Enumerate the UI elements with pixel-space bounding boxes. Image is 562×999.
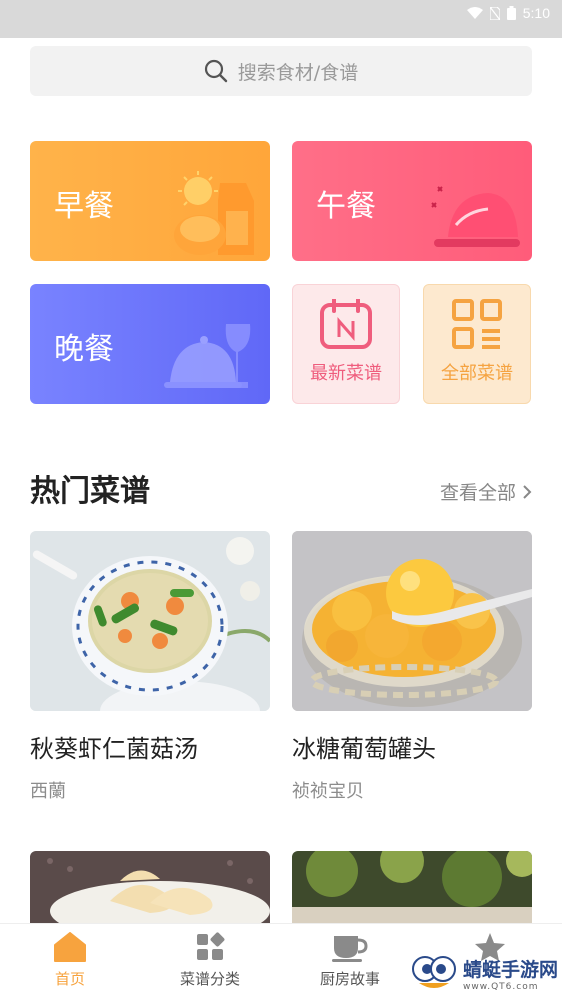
- recipe-image[interactable]: [30, 851, 270, 923]
- dinner-label: 晚餐: [54, 332, 114, 367]
- tab-categories-label: 菜谱分类: [179, 970, 240, 988]
- wifi-icon: [466, 7, 483, 19]
- dragonfly-logo-icon: [411, 956, 456, 988]
- battery-icon: [506, 6, 516, 20]
- newest-recipes-label: 最新菜谱: [310, 363, 382, 384]
- recipe-image[interactable]: [292, 851, 532, 923]
- lunch-illustration-icon: [431, 186, 520, 247]
- category-grid-icon: [197, 932, 225, 960]
- chevron-right-icon: [523, 484, 532, 499]
- watermark-subtext: www.QT6.com: [462, 981, 539, 992]
- breakfast-card[interactable]: 早餐: [30, 141, 270, 261]
- all-recipes-card[interactable]: 全部菜谱: [423, 284, 531, 404]
- dumpling-photo: [30, 851, 270, 923]
- lunch-card[interactable]: 午餐: [292, 141, 532, 261]
- see-all-label: 查看全部: [439, 482, 516, 504]
- breakfast-label: 早餐: [54, 189, 114, 224]
- newest-recipes-card[interactable]: 最新菜谱: [292, 284, 400, 404]
- tab-home[interactable]: 首页: [0, 932, 140, 989]
- tab-kitchen-stories-label: 厨房故事: [319, 970, 380, 988]
- recipe-image[interactable]: [30, 531, 270, 711]
- recipe-author: 西蘭: [30, 781, 66, 802]
- search-placeholder: 搜索食材/食谱: [237, 61, 359, 84]
- recipe-author: 祯祯宝贝: [292, 781, 364, 802]
- cup-icon: [332, 936, 368, 962]
- tab-kitchen-stories[interactable]: 厨房故事: [280, 932, 420, 989]
- soup-photo: [30, 531, 270, 711]
- recipe-image[interactable]: [292, 531, 532, 711]
- all-recipes-label: 全部菜谱: [441, 363, 513, 384]
- breakfast-illustration-icon: [174, 171, 254, 255]
- dinner-illustration-icon: [164, 324, 251, 388]
- dinner-card[interactable]: 晚餐: [30, 284, 270, 404]
- tab-home-label: 首页: [54, 970, 85, 988]
- lunch-label: 午餐: [316, 189, 376, 224]
- tab-categories[interactable]: 菜谱分类: [140, 932, 280, 989]
- search-icon: [204, 59, 227, 83]
- watermark: 蜻蜓手游网 www.QT6.com: [411, 953, 558, 993]
- search-bar[interactable]: 搜索食材/食谱: [30, 46, 532, 96]
- recipe-title[interactable]: 冰糖葡萄罐头: [292, 729, 436, 764]
- status-time: 5:10: [522, 5, 550, 21]
- grape-dessert-photo: [292, 531, 532, 711]
- greenery-photo: [292, 851, 532, 923]
- no-sim-icon: [489, 6, 500, 20]
- status-bar: 5:10: [0, 0, 562, 38]
- recipe-title[interactable]: 秋葵虾仁菌菇汤: [30, 729, 198, 764]
- status-icons: 5:10: [466, 4, 550, 22]
- see-all-link[interactable]: 查看全部: [440, 478, 532, 505]
- watermark-text: 蜻蜓手游网: [462, 958, 558, 981]
- calendar-icon: [320, 299, 372, 349]
- section-title: 热门菜谱: [30, 474, 150, 509]
- home-icon: [54, 932, 86, 962]
- grid-list-icon: [452, 299, 502, 349]
